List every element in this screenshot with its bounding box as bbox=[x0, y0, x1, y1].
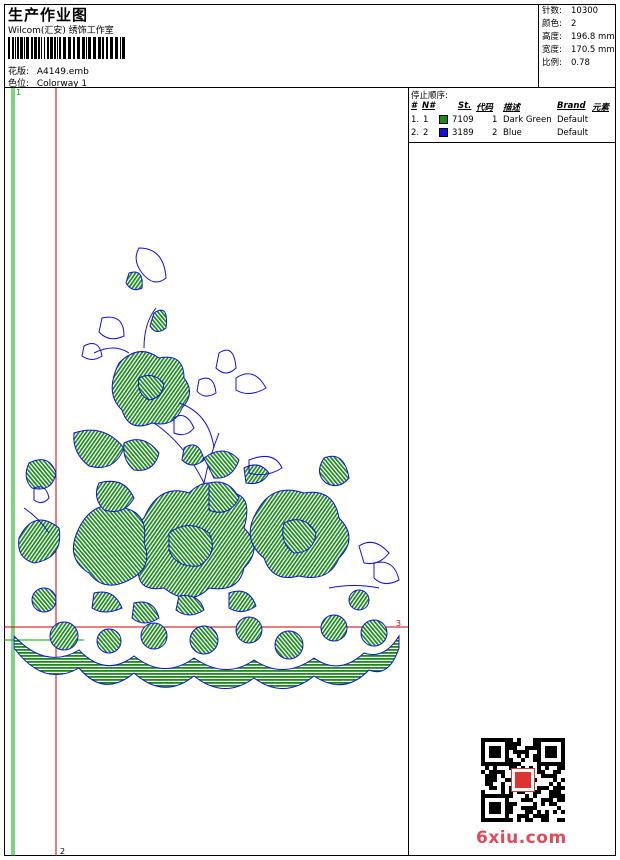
seal-icon bbox=[511, 768, 535, 792]
col-header-st: St. bbox=[458, 101, 472, 111]
stat-colors: 颜色: 2 bbox=[542, 19, 577, 29]
stop-sequence-title: 停止顺序: bbox=[411, 91, 448, 101]
stat-stitches: 针数: 10300 bbox=[542, 6, 599, 16]
design-canvas: 1 2 3 bbox=[4, 88, 409, 856]
embroidery-design: 1 2 3 bbox=[4, 88, 408, 856]
table-row: 2. 2 3189 2 Blue Default bbox=[411, 128, 589, 138]
watermark-text: 6xiu.com bbox=[476, 828, 567, 848]
stat-height: 高度: 196.8 mm bbox=[542, 32, 615, 42]
page-title: 生产作业图 bbox=[8, 6, 89, 24]
color-swatch bbox=[439, 128, 448, 137]
col-header-num: # bbox=[411, 101, 417, 111]
guide-label-2: 2 bbox=[60, 847, 65, 856]
table-row: 1. 1 7109 1 Dark Green Default bbox=[411, 115, 589, 125]
col-header-code: 代码 bbox=[476, 103, 494, 113]
col-header-desc: 描述 bbox=[503, 103, 521, 113]
col-header-n: N# bbox=[422, 101, 436, 111]
stat-width: 宽度: 170.5 mm bbox=[542, 45, 615, 55]
guide-label-1: 1 bbox=[16, 88, 21, 97]
embroidery-motif bbox=[13, 247, 400, 689]
stop-sequence-panel: 停止顺序: # N# St. 代码 描述 Brand 元素 1. 1 7109 … bbox=[409, 88, 616, 143]
barcode bbox=[8, 37, 125, 59]
col-header-elem: 元素 bbox=[592, 103, 610, 113]
header-panel: 生产作业图 Wilcom(汇安) 绣饰工作室 花版: A4149.emb 色位:… bbox=[4, 4, 539, 89]
col-header-brand: Brand bbox=[557, 101, 586, 111]
studio-name: Wilcom(汇安) 绣饰工作室 bbox=[8, 26, 114, 36]
color-swatch bbox=[439, 115, 448, 124]
stat-scale: 比例: 0.78 bbox=[542, 58, 590, 68]
stats-panel: 针数: 10300 颜色: 2 高度: 196.8 mm 宽度: 170.5 mm 比例… bbox=[539, 4, 616, 88]
guide-label-3: 3 bbox=[396, 619, 401, 628]
